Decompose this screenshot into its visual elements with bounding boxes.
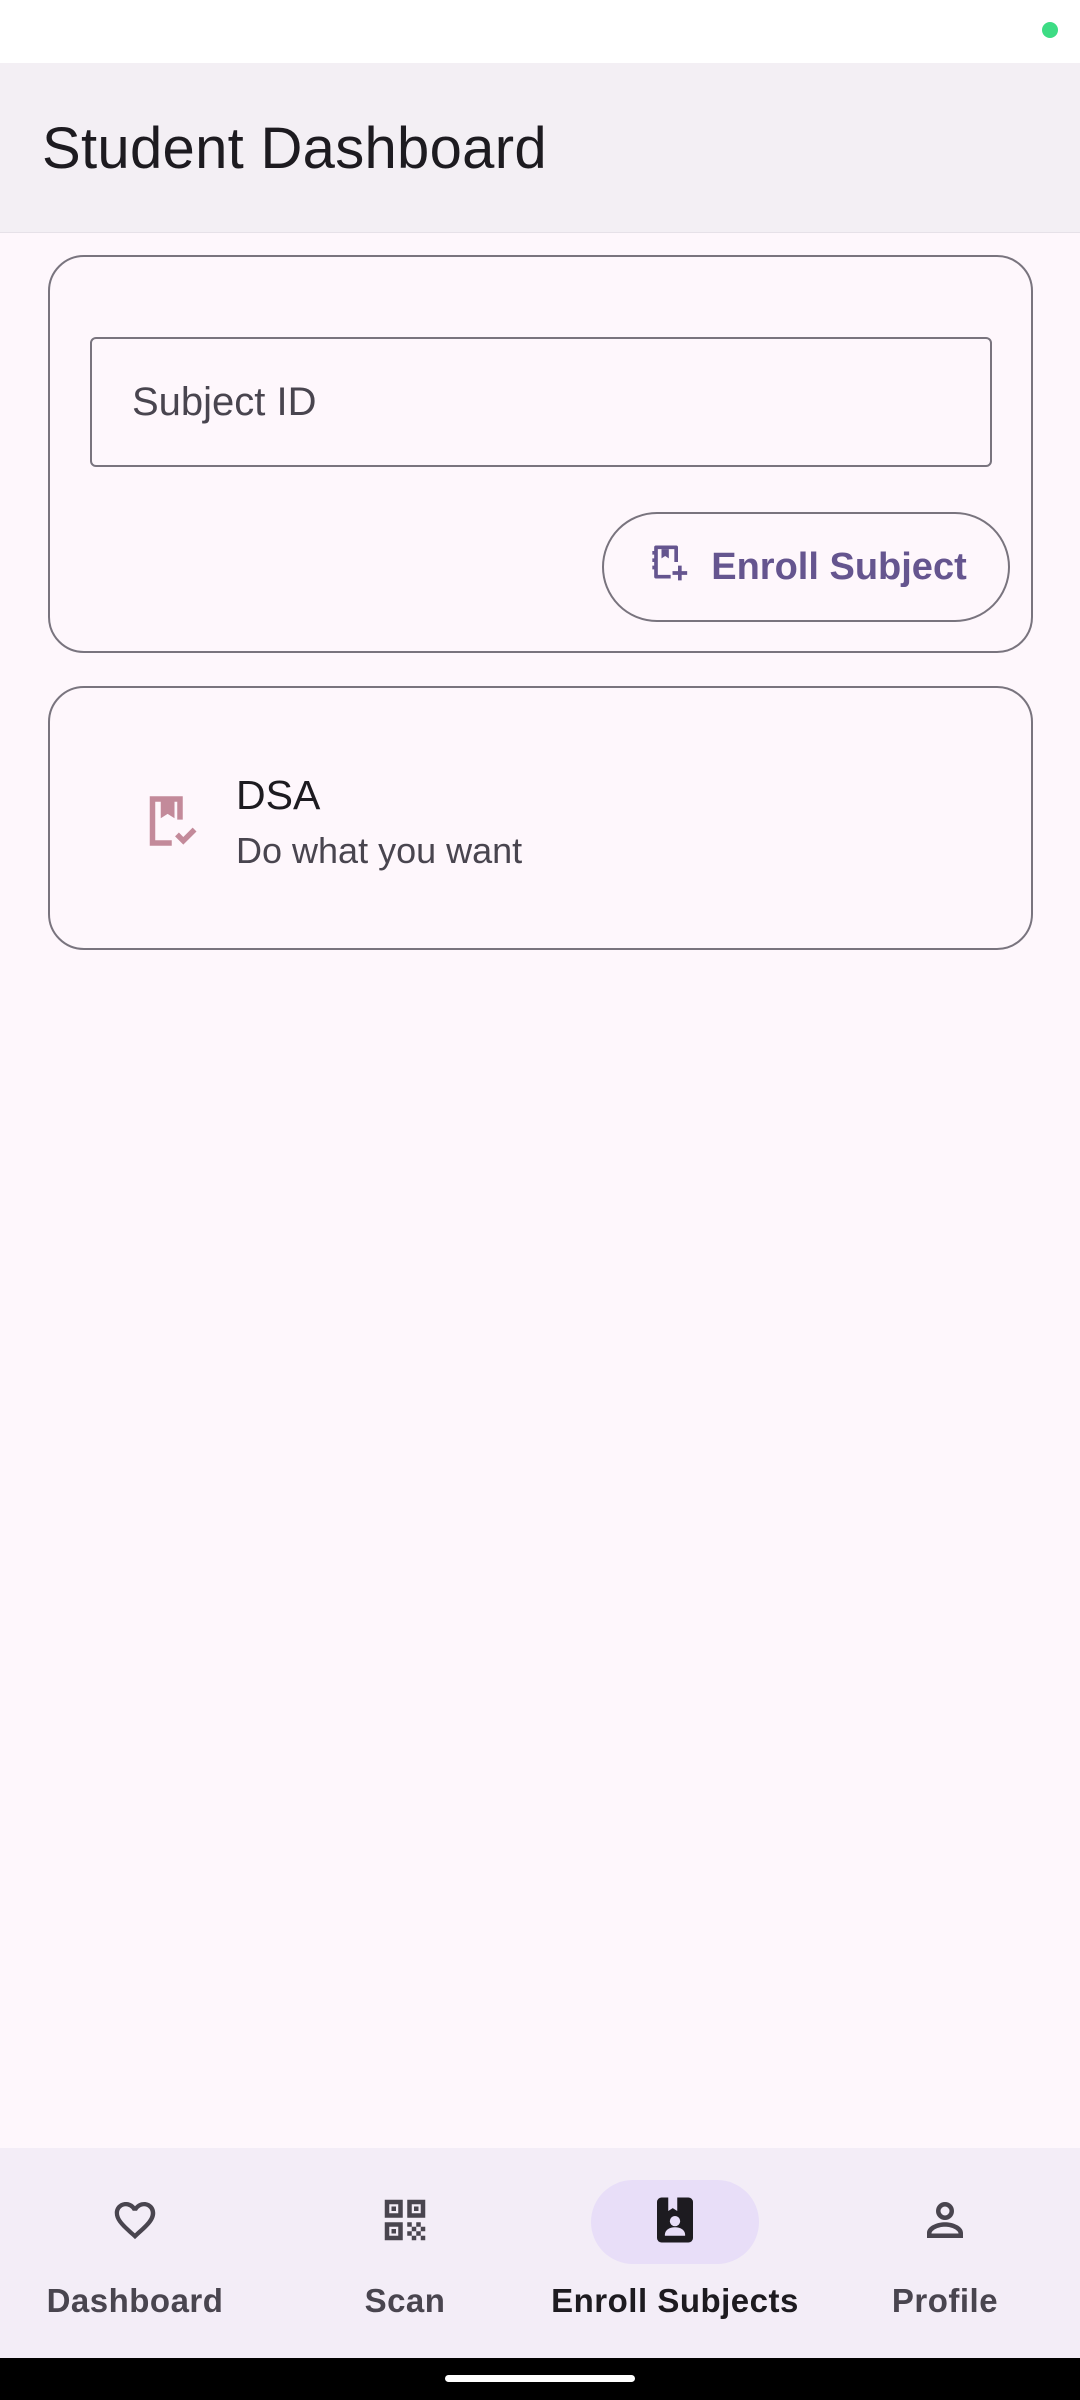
enroll-card: Enroll Subject — [48, 255, 1033, 653]
page-title: Student Dashboard — [42, 116, 547, 181]
status-bar — [0, 0, 1080, 63]
nav-item-scan[interactable]: Scan — [270, 2148, 540, 2358]
qr-code-icon — [378, 2193, 432, 2252]
nav-item-profile[interactable]: Profile — [810, 2148, 1080, 2358]
subject-list-item[interactable]: DSA Do what you want — [48, 686, 1033, 950]
subject-name: DSA — [236, 772, 321, 818]
book-add-icon — [645, 540, 689, 594]
subject-description: Do what you want — [236, 830, 523, 871]
top-app-bar: Student Dashboard — [0, 63, 1080, 233]
nav-label-enroll-subjects: Enroll Subjects — [551, 2282, 799, 2319]
nav-item-dashboard[interactable]: Dashboard — [0, 2148, 270, 2358]
system-gesture-bar — [0, 2358, 1080, 2400]
contact-book-icon — [648, 2193, 702, 2252]
subject-id-field[interactable] — [90, 337, 992, 467]
person-icon — [918, 2193, 972, 2252]
enroll-subject-button[interactable]: Enroll Subject — [602, 512, 1010, 622]
nav-pill-scan — [321, 2180, 489, 2264]
nav-pill-profile — [861, 2180, 1029, 2264]
bookmark-check-icon — [136, 788, 202, 854]
heart-icon — [108, 2193, 162, 2252]
bottom-navigation: Dashboard Scan Enroll Subjects Profile — [0, 2148, 1080, 2358]
home-gesture-handle[interactable] — [445, 2375, 635, 2382]
nav-label-dashboard: Dashboard — [46, 2282, 224, 2319]
subject-id-input[interactable] — [92, 339, 990, 465]
nav-label-profile: Profile — [891, 2282, 999, 2319]
nav-label-scan: Scan — [364, 2282, 446, 2319]
nav-item-enroll-subjects[interactable]: Enroll Subjects — [540, 2148, 810, 2358]
enroll-subject-label: Enroll Subject — [711, 545, 967, 588]
nav-pill-enroll-subjects — [591, 2180, 759, 2264]
nav-pill-dashboard — [51, 2180, 219, 2264]
status-indicator-dot — [1042, 22, 1058, 38]
